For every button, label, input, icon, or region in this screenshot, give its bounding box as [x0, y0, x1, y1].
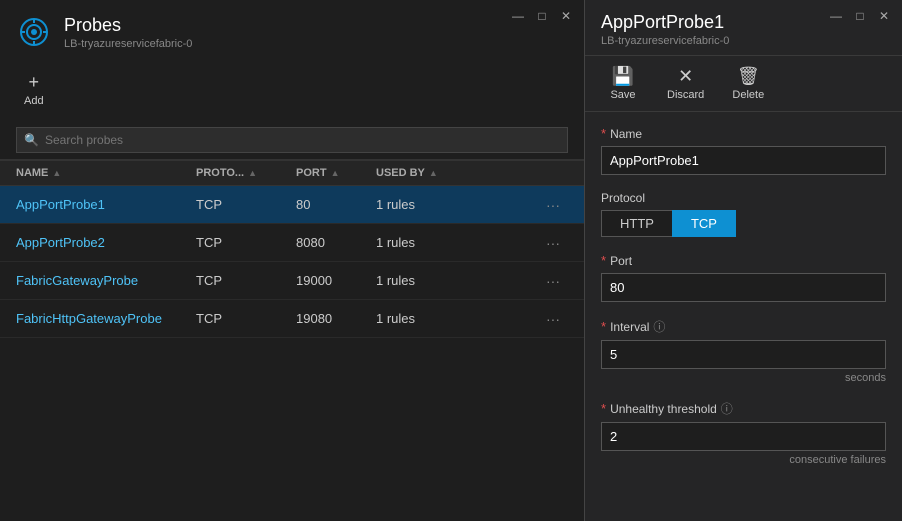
more-button-0[interactable]: ···: [538, 195, 568, 215]
name-field-group: * Name: [601, 126, 886, 175]
panel-subtitle: LB-tryazureservicefabric-0: [64, 38, 192, 50]
protocol-http-button[interactable]: HTTP: [601, 210, 672, 237]
sort-icon-protocol: ▲: [248, 168, 257, 178]
cell-protocol-1: TCP: [196, 235, 296, 250]
cell-usedby-2: 1 rules: [376, 273, 538, 288]
more-button-3[interactable]: ···: [538, 309, 568, 329]
cell-protocol-3: TCP: [196, 311, 296, 326]
add-label: Add: [24, 95, 44, 107]
interval-label: * Interval ⓘ: [601, 318, 886, 335]
delete-label: Delete: [732, 89, 764, 101]
port-field-group: * Port: [601, 253, 886, 302]
cell-name-2: FabricGatewayProbe: [16, 273, 196, 288]
unhealthy-suffix: consecutive failures: [601, 454, 886, 466]
cell-usedby-3: 1 rules: [376, 311, 538, 326]
right-window-controls: — □ ✕: [828, 8, 892, 24]
cell-protocol-0: TCP: [196, 197, 296, 212]
sort-icon-name: ▲: [52, 168, 61, 178]
cell-port-2: 19000: [296, 273, 376, 288]
protocol-field-group: Protocol HTTP TCP: [601, 191, 886, 237]
cell-usedby-1: 1 rules: [376, 235, 538, 250]
required-star-name: *: [601, 126, 606, 141]
cell-name-0: AppPortProbe1: [16, 197, 196, 212]
name-label: * Name: [601, 126, 886, 141]
right-content: * Name Protocol HTTP TCP * Port: [585, 112, 902, 521]
more-button-2[interactable]: ···: [538, 271, 568, 291]
sort-icon-port: ▲: [331, 168, 340, 178]
col-header-protocol[interactable]: PROTO... ▲: [196, 167, 296, 179]
required-star-interval: *: [601, 319, 606, 334]
search-bar: 🔍: [0, 121, 584, 160]
port-label: * Port: [601, 253, 886, 268]
col-header-port[interactable]: PORT ▲: [296, 167, 376, 179]
interval-info-icon: ⓘ: [653, 318, 665, 335]
cell-name-3: FabricHttpGatewayProbe: [16, 311, 196, 326]
cell-port-3: 19080: [296, 311, 376, 326]
save-button[interactable]: 💾 Save: [601, 62, 645, 105]
right-close-button[interactable]: ✕: [876, 8, 892, 24]
save-label: Save: [610, 89, 635, 101]
close-button[interactable]: ✕: [558, 8, 574, 24]
panel-header: — □ ✕ Probes LB-tryazureservicefabric-0: [0, 0, 584, 60]
right-panel: — □ ✕ AppPortProbe1 LB-tryazureservicefa…: [585, 0, 902, 521]
discard-icon: ✕: [678, 66, 693, 87]
right-panel-subtitle: LB-tryazureservicefabric-0: [601, 35, 886, 47]
minimize-button[interactable]: —: [510, 8, 526, 24]
right-panel-header: — □ ✕ AppPortProbe1 LB-tryazureservicefa…: [585, 0, 902, 56]
protocol-tcp-button[interactable]: TCP: [672, 210, 736, 237]
add-icon: +: [29, 72, 40, 93]
probe-icon-container: [16, 14, 52, 50]
table-row[interactable]: AppPortProbe2 TCP 8080 1 rules ···: [0, 224, 584, 262]
unhealthy-label: * Unhealthy threshold ⓘ: [601, 400, 886, 417]
add-button[interactable]: + Add: [16, 68, 52, 111]
cell-name-1: AppPortProbe2: [16, 235, 196, 250]
unhealthy-info-icon: ⓘ: [721, 400, 733, 417]
right-minimize-button[interactable]: —: [828, 8, 844, 24]
table-row[interactable]: AppPortProbe1 TCP 80 1 rules ···: [0, 186, 584, 224]
window-controls: — □ ✕: [510, 8, 574, 24]
table-row[interactable]: FabricHttpGatewayProbe TCP 19080 1 rules…: [0, 300, 584, 338]
protocol-toggle: HTTP TCP: [601, 210, 886, 237]
col-header-usedby[interactable]: USED BY ▲: [376, 167, 538, 179]
table-row[interactable]: FabricGatewayProbe TCP 19000 1 rules ···: [0, 262, 584, 300]
unhealthy-field-group: * Unhealthy threshold ⓘ consecutive fail…: [601, 400, 886, 466]
col-header-name[interactable]: NAME ▲: [16, 167, 196, 179]
maximize-button[interactable]: □: [534, 8, 550, 24]
more-button-1[interactable]: ···: [538, 233, 568, 253]
port-input[interactable]: [601, 273, 886, 302]
cell-port-0: 80: [296, 197, 376, 212]
panel-title-block: Probes LB-tryazureservicefabric-0: [64, 15, 192, 50]
interval-field-group: * Interval ⓘ seconds: [601, 318, 886, 384]
discard-button[interactable]: ✕ Discard: [661, 62, 710, 105]
interval-suffix: seconds: [601, 372, 886, 384]
cell-protocol-2: TCP: [196, 273, 296, 288]
search-icon: 🔍: [24, 133, 39, 147]
table-header: NAME ▲ PROTO... ▲ PORT ▲ USED BY ▲: [0, 160, 584, 186]
search-input[interactable]: [16, 127, 568, 153]
table-body: AppPortProbe1 TCP 80 1 rules ··· AppPort…: [0, 186, 584, 521]
cell-port-1: 8080: [296, 235, 376, 250]
cell-usedby-0: 1 rules: [376, 197, 538, 212]
delete-button[interactable]: 🗑 Delete: [726, 62, 770, 105]
left-toolbar: + Add: [0, 60, 584, 121]
required-star-port: *: [601, 253, 606, 268]
right-toolbar: 💾 Save ✕ Discard 🗑 Delete: [585, 56, 902, 112]
name-input[interactable]: [601, 146, 886, 175]
interval-input[interactable]: [601, 340, 886, 369]
left-panel: — □ ✕ Probes LB-tryazureservicefabric-0 …: [0, 0, 585, 521]
sort-icon-usedby: ▲: [429, 168, 438, 178]
required-star-unhealthy: *: [601, 401, 606, 416]
right-maximize-button[interactable]: □: [852, 8, 868, 24]
delete-icon: 🗑: [737, 66, 760, 87]
panel-title: Probes: [64, 15, 192, 36]
search-wrapper: 🔍: [16, 127, 568, 153]
save-icon: 💾: [612, 66, 634, 87]
discard-label: Discard: [667, 89, 704, 101]
unhealthy-input[interactable]: [601, 422, 886, 451]
protocol-label: Protocol: [601, 191, 886, 205]
